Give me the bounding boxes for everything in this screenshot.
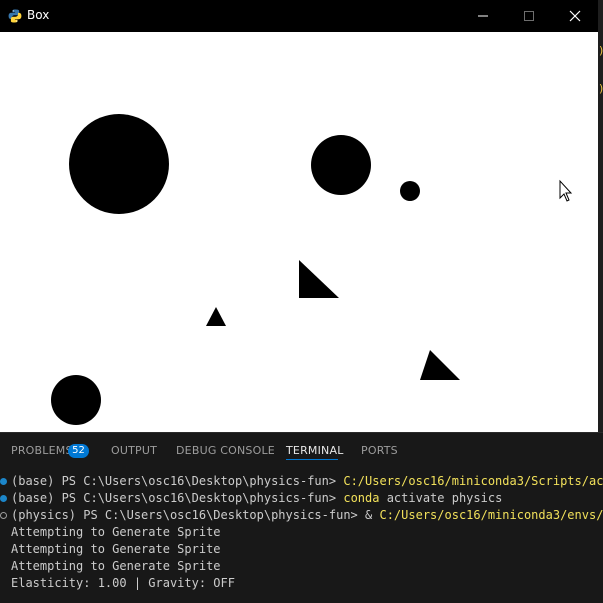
tab-output[interactable]: OUTPUT <box>111 444 157 460</box>
close-button[interactable] <box>552 0 598 32</box>
maximize-icon <box>524 11 534 21</box>
terminal-prompt: (base) PS C:\Users\osc16\Desktop\physics… <box>11 474 344 488</box>
terminal-command: C:/Users/osc16/miniconda3/envs/phy <box>379 508 603 522</box>
simulation-canvas[interactable] <box>0 32 598 432</box>
window-title: Box <box>27 8 50 22</box>
terminal-command: conda <box>343 491 380 505</box>
python-icon <box>8 9 22 23</box>
tab-ports[interactable]: PORTS <box>361 444 398 460</box>
maximize-button[interactable] <box>506 0 552 32</box>
tab-debug-console[interactable]: DEBUG CONSOLE <box>176 444 275 460</box>
active-tab-indicator <box>286 459 338 460</box>
minimize-icon <box>478 15 488 17</box>
close-icon <box>569 10 581 22</box>
circle-sprite <box>311 135 371 195</box>
circle-sprite <box>51 375 101 425</box>
terminal-output-line: Attempting to Generate Sprite <box>11 559 221 573</box>
mouse-pointer-icon <box>559 179 573 202</box>
triangle-sprite <box>299 260 339 298</box>
terminal-args: activate physics <box>379 491 503 505</box>
circle-sprite <box>400 181 420 201</box>
terminal-line: (base) PS C:\Users\osc16\Desktop\physics… <box>11 490 502 507</box>
command-status-dot[interactable] <box>0 478 7 485</box>
terminal-output-line: Attempting to Generate Sprite <box>11 525 221 539</box>
window-titlebar[interactable]: Box <box>0 0 598 32</box>
minimize-button[interactable] <box>460 0 506 32</box>
editor-edge-glyph: ) <box>598 82 603 94</box>
editor-edge <box>598 0 603 432</box>
editor-edge-glyph: ) <box>598 44 603 56</box>
command-status-dot[interactable] <box>0 495 7 502</box>
command-status-dot[interactable] <box>0 512 7 519</box>
terminal-output-line: Attempting to Generate Sprite <box>11 542 221 556</box>
terminal-command: C:/Users/osc16/miniconda3/Scripts/activ <box>343 474 603 488</box>
terminal-prompt: (physics) PS C:\Users\osc16\Desktop\phys… <box>11 508 380 522</box>
circle-sprite <box>69 114 169 214</box>
triangle-sprite <box>420 350 460 380</box>
tab-problems[interactable]: PROBLEMS <box>11 444 73 460</box>
terminal-output-line: Elasticity: 1.00 | Gravity: OFF <box>11 576 235 590</box>
terminal-prompt: (base) PS C:\Users\osc16\Desktop\physics… <box>11 491 344 505</box>
terminal-line: (base) PS C:\Users\osc16\Desktop\physics… <box>11 473 603 490</box>
problems-count-badge: 52 <box>68 444 89 458</box>
pygame-window: Box <box>0 0 598 432</box>
shapes-layer <box>51 114 573 425</box>
bottom-panel: PROBLEMS 52 OUTPUT DEBUG CONSOLE TERMINA… <box>0 432 603 603</box>
terminal-line: (physics) PS C:\Users\osc16\Desktop\phys… <box>11 507 603 524</box>
terminal[interactable]: (base) PS C:\Users\osc16\Desktop\physics… <box>0 473 603 603</box>
triangle-sprite <box>206 307 226 326</box>
tab-terminal[interactable]: TERMINAL <box>286 444 344 460</box>
panel-tabs: PROBLEMS 52 OUTPUT DEBUG CONSOLE TERMINA… <box>0 433 603 471</box>
